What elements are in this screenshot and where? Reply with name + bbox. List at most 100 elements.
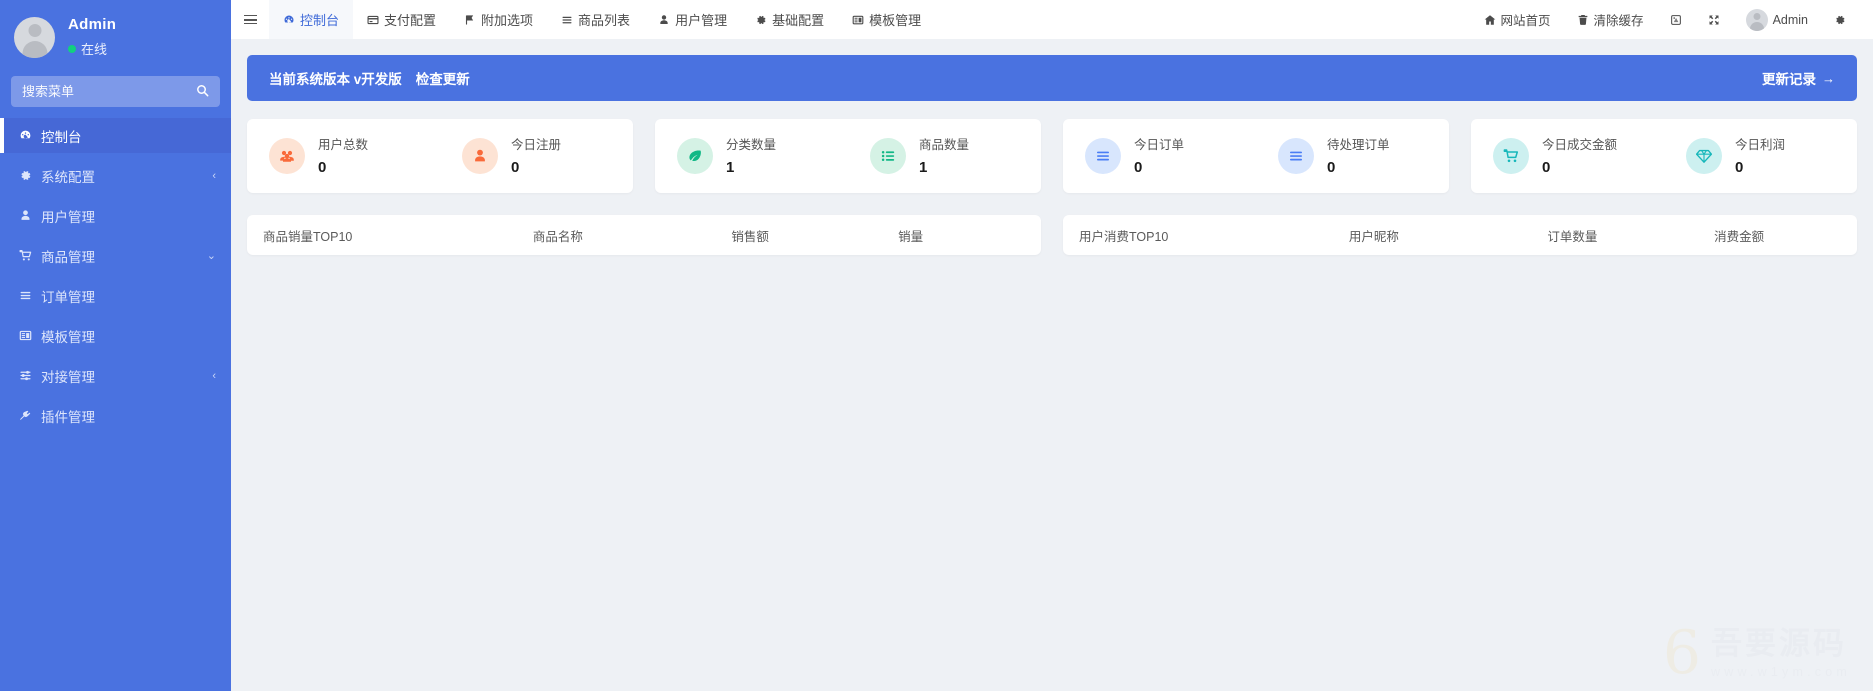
- sidebar-menu: 控制台系统配置 ‹ 用户管理商品管理 ⌄ 订单管理模板管理对接管理 ‹ 插件管理: [0, 118, 231, 433]
- sidebar-item-4[interactable]: 订单管理: [0, 278, 231, 313]
- table-column-header: 消费金额: [1714, 229, 1765, 244]
- tab-2[interactable]: 附加选项: [450, 0, 547, 39]
- version-banner: 当前系统版本 v开发版 检查更新 更新记录 →: [247, 55, 1857, 101]
- stat-label: 今日成交金额: [1542, 137, 1618, 152]
- stat-item: 商品数量 1: [848, 137, 1041, 176]
- tab-label: 基础配置: [772, 13, 825, 28]
- topbar-action-label: 网站首页: [1500, 14, 1551, 28]
- stat-card-2: 今日订单 0 待处理订单 0: [1063, 119, 1449, 193]
- template-icon: [19, 329, 38, 342]
- stat-cards-row: 用户总数 0 今日注册 0 分类数量 1 商品数量 1 今日订单 0 待处理订单 0 今日成交金额 0 今日…: [247, 119, 1857, 193]
- tab-5[interactable]: 基础配置: [741, 0, 838, 39]
- task-list-icon: [870, 138, 906, 174]
- search-icon[interactable]: [196, 84, 209, 100]
- theme-icon: [1670, 14, 1682, 26]
- sidebar-item-1[interactable]: 系统配置 ‹: [0, 158, 231, 193]
- topbar-action-3[interactable]: [1695, 14, 1733, 26]
- topbar-action-0[interactable]: 网站首页: [1471, 10, 1564, 29]
- topbar-action-4[interactable]: Admin: [1733, 8, 1821, 31]
- search-input[interactable]: [22, 84, 192, 99]
- topbar-action-label: 清除缓存: [1593, 14, 1644, 28]
- sidebar-item-5[interactable]: 模板管理: [0, 318, 231, 353]
- sidebar-item-label: 商品管理: [41, 249, 95, 265]
- content-area: 当前系统版本 v开发版 检查更新 更新记录 → 用户总数 0 今日注册 0 分类数量 1 商…: [231, 39, 1873, 691]
- stat-item: 待处理订单 0: [1256, 137, 1449, 176]
- cart-icon: [1493, 138, 1529, 174]
- users-group-icon: [269, 138, 305, 174]
- profile-name: Admin: [68, 16, 117, 33]
- admin-dashboard: Admin 在线 控制台系统配置‹用户管理商品管理⌄订单管理模板管理对接管理‹插…: [0, 0, 1873, 691]
- watermark: 6 吾要源码 www.w1ym.com: [1663, 623, 1851, 683]
- tab-label: 用户管理: [675, 13, 728, 28]
- stat-value: 0: [511, 158, 520, 176]
- sidebar-item-label: 插件管理: [41, 409, 95, 425]
- sidebar-item-2[interactable]: 用户管理: [0, 198, 231, 233]
- table-column-header: 销售额: [731, 229, 769, 244]
- search-box[interactable]: [11, 76, 220, 107]
- sidebar: Admin 在线 控制台系统配置 ‹ 用户管理商品管理 ⌄ 订单管理模板管理对接管理 ‹ 插…: [0, 0, 231, 691]
- table-title: 用户消费TOP10: [1079, 229, 1169, 244]
- avatar: [14, 16, 55, 58]
- changelog-link[interactable]: 更新记录 →: [1762, 68, 1835, 88]
- stat-item: 用户总数 0: [247, 137, 440, 176]
- stat-item: 今日订单 0: [1063, 137, 1256, 176]
- watermark-title: 吾要源码: [1711, 625, 1847, 661]
- check-update-link[interactable]: 检查更新: [416, 68, 470, 88]
- stat-label: 今日利润: [1735, 137, 1786, 152]
- watermark-url: www.w1ym.com: [1711, 664, 1851, 679]
- tab-label: 商品列表: [578, 13, 631, 28]
- cart-icon: [19, 249, 38, 262]
- stat-label: 待处理订单: [1327, 137, 1390, 152]
- stat-value: 0: [1134, 158, 1143, 176]
- tab-3[interactable]: 商品列表: [547, 0, 644, 39]
- arrow-right-icon: →: [1822, 70, 1835, 86]
- tab-0[interactable]: 控制台: [269, 0, 354, 39]
- hamburger-icon[interactable]: [231, 0, 269, 39]
- sidebar-item-label: 控制台: [41, 129, 82, 145]
- fullscreen-icon: [1708, 14, 1720, 26]
- stat-card-1: 分类数量 1 商品数量 1: [655, 119, 1041, 193]
- list-icon: [19, 289, 38, 302]
- sidebar-profile: Admin 在线: [0, 0, 231, 72]
- sidebar-item-3[interactable]: 商品管理 ⌄: [0, 238, 231, 273]
- tab-1[interactable]: 支付配置: [353, 0, 450, 39]
- table-0: 商品销量TOP10 商品名称 销售额 销量: [247, 215, 1041, 255]
- table-column-header: 用户昵称: [1348, 229, 1399, 244]
- sidebar-item-6[interactable]: 对接管理 ‹: [0, 358, 231, 393]
- stat-item: 今日注册 0: [440, 137, 633, 176]
- payment-icon: [367, 14, 379, 26]
- profile-status: 在线: [68, 39, 116, 58]
- settings-gear-icon: [1834, 14, 1846, 26]
- tab-4[interactable]: 用户管理: [644, 0, 741, 39]
- chevron-icon[interactable]: ⌄: [207, 249, 216, 262]
- sidebar-item-7[interactable]: 插件管理: [0, 398, 231, 433]
- tab-label: 控制台: [300, 13, 340, 28]
- stat-card-0: 用户总数 0 今日注册 0: [247, 119, 633, 193]
- topbar-actions: 网站首页 清除缓存 Admin: [1471, 0, 1873, 39]
- chevron-icon[interactable]: ‹: [212, 170, 216, 182]
- sliders-icon: [19, 369, 38, 382]
- tables-row: 商品销量TOP10 商品名称 销售额 销量 用户消费TOP10 用户昵称 订单数量 消费金额: [247, 215, 1857, 255]
- stat-value: 0: [1735, 158, 1744, 176]
- table-column-header: 销量: [898, 229, 924, 244]
- sidebar-item-0[interactable]: 控制台: [0, 118, 231, 153]
- topbar-action-5[interactable]: [1821, 14, 1859, 26]
- stat-value: 1: [919, 158, 928, 176]
- topbar-action-1[interactable]: 清除缓存: [1564, 10, 1657, 29]
- gear-icon: [755, 14, 767, 26]
- bars-icon: [1278, 138, 1314, 174]
- user-icon: [19, 209, 38, 222]
- topbar: 控制台 支付配置 附加选项 商品列表 用户管理 基础配置 模板管理 网站首页 清除缓存 Admi…: [231, 0, 1873, 39]
- stat-value: 0: [1542, 158, 1551, 176]
- table-column-header: 订单数量: [1547, 229, 1598, 244]
- home-icon: [1484, 14, 1496, 26]
- template-icon: [852, 14, 864, 26]
- stat-value: 0: [318, 158, 327, 176]
- tab-label: 模板管理: [869, 13, 922, 28]
- tab-6[interactable]: 模板管理: [838, 0, 935, 39]
- chevron-icon[interactable]: ‹: [212, 370, 216, 382]
- profile-status-label: 在线: [81, 42, 108, 57]
- sidebar-item-label: 订单管理: [41, 289, 95, 305]
- topbar-action-2[interactable]: [1657, 14, 1695, 26]
- gear-icon: [19, 169, 38, 182]
